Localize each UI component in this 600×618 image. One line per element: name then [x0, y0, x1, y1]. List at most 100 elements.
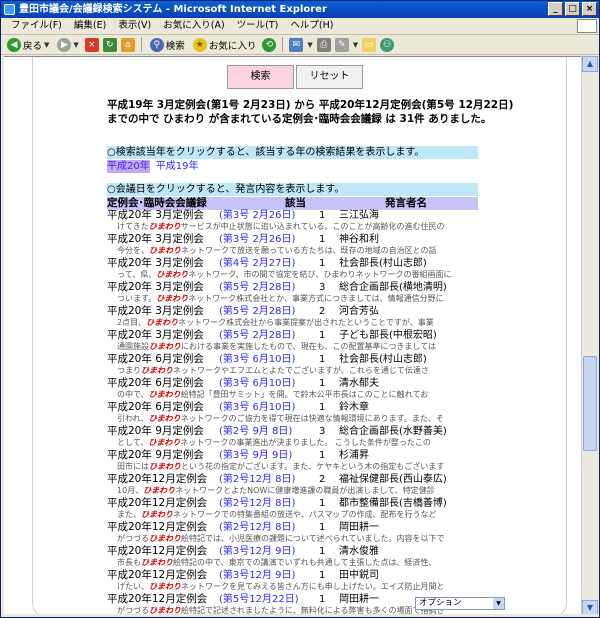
excerpt-snippet: 市長もひまわり絵特記の中で、東京での講演でいずれも共通して主張した点は、経済性、: [117, 557, 487, 568]
home-icon[interactable]: ⌂: [120, 37, 135, 52]
excerpt-pre: 田市には: [117, 462, 149, 471]
excerpt-post: ネットワーク、市の間で協定を結び、ひまわりネットワークの番組画面に: [188, 270, 452, 279]
excerpt-pre: って、県、: [117, 270, 157, 279]
menu-file[interactable]: ファイル(F): [5, 18, 68, 34]
search-submit-button[interactable]: 検索: [227, 65, 294, 89]
folder-icon[interactable]: ▭: [362, 37, 377, 52]
title-bar: 豊田市議会/会議録検索システム - Microsoft Internet Exp…: [1, 1, 599, 18]
menu-edit[interactable]: 編集(E): [68, 18, 112, 34]
keyword-highlight: ひまわり: [149, 582, 181, 591]
favorites-button[interactable]: ★ お気に入り: [191, 36, 259, 54]
chevron-down-icon[interactable]: ▼: [493, 598, 504, 609]
option-select[interactable]: オプション ▼: [415, 597, 505, 610]
chevron-down-icon[interactable]: ▼: [307, 41, 312, 49]
reset-button[interactable]: リセット: [296, 65, 363, 89]
table-row: 平成20年 3月定例会 (第5号 2月28日) 2 河合芳弘 2点目、ひまわりネットワー…: [107, 305, 497, 329]
scroll-up-icon[interactable]: ▲: [582, 56, 598, 72]
year-instruction: ○検索該当年をクリックすると、該当する年の検索結果を表示します。: [107, 146, 478, 159]
menu-bar: ファイル(F) 編集(E) 表示(V) お気に入り(A) ツール(T) ヘルプ(…: [1, 18, 599, 35]
table-row: 平成20年12月定例会 (第2号12月 8日) 1 都市整備部長(吉橋善博) また、ひま…: [107, 497, 497, 521]
mail-icon[interactable]: ✉: [289, 37, 304, 52]
forward-button[interactable]: ▶ ▼: [55, 36, 80, 54]
toolbar-separator: [140, 37, 142, 52]
search-button[interactable]: ⚲ 検索: [148, 36, 187, 54]
excerpt-snippet: 通園施設ひまわりにおける事業を実施したもので、現在も、この配置基準につきましては: [117, 341, 487, 352]
print-icon[interactable]: ⎙: [316, 37, 331, 52]
excerpt-snippet: 今分を、ひまわりネットワークで放送を願っている方たちは、既存の地域の自治区との話: [117, 245, 487, 256]
menu-help[interactable]: ヘルプ(H): [284, 18, 339, 34]
excerpt-pre: 10月、: [117, 486, 144, 495]
excerpt-pre: の中で、: [117, 390, 149, 399]
year-link-h19[interactable]: 平成19年: [156, 160, 199, 173]
results-table: 平成20年 3月定例会 (第3号 2月26日) 1 三江弘海 けてきたひまわりサービスが…: [107, 209, 497, 616]
menu-view[interactable]: 表示(V): [112, 18, 157, 34]
ie-icon: [4, 4, 15, 15]
excerpt-pre: として、: [117, 438, 149, 447]
keyword-highlight: ひまわり: [148, 222, 181, 231]
keyword-highlight: ひまわり: [149, 246, 181, 255]
forward-arrow-icon: ▶: [57, 37, 72, 52]
keyword-highlight: ひまわり: [141, 510, 173, 519]
menu-tools[interactable]: ツール(T): [231, 18, 285, 34]
browser-window: 豊田市議会/会議録検索システム - Microsoft Internet Exp…: [0, 0, 600, 618]
table-row: 平成20年12月定例会 (第2号12月 8日) 2 福祉保健部長(西山泰広) 10月、ひ…: [107, 473, 497, 497]
keyword-highlight: ひまわり: [149, 462, 181, 471]
back-button[interactable]: ◀ 戻る ▼: [5, 36, 51, 54]
excerpt-post: ネットワークでの特集番組の放送や、パスマップの作成、配布を行うなど: [173, 510, 437, 519]
vertical-scrollbar[interactable]: ▲ ▼: [581, 56, 598, 616]
close-button[interactable]: ×: [582, 2, 597, 16]
excerpt-post: 絵特記では、小児医療の課題について述べられていました。内容を以下で: [181, 534, 445, 543]
excerpt-snippet: ついます。ひまわりネットワーク株式会社とか、事業方式につきましては、情報通信分野…: [117, 293, 487, 304]
excerpt-pre: けてきた: [117, 222, 149, 231]
keyword-highlight: ひまわり: [156, 294, 189, 303]
keyword-highlight: ひまわり: [148, 414, 181, 423]
excerpt-pre: がつづる: [117, 534, 149, 543]
keyword-highlight: ひまわり: [148, 438, 181, 447]
status-bar: [1, 614, 599, 617]
star-icon: ★: [192, 37, 207, 52]
windows-logo-icon: [577, 19, 597, 33]
excerpt-snippet: つまりひまわりネットワークやエフエムとよたでございますが、これらを通じて伝達さ: [117, 365, 487, 376]
window-title: 豊田市議会/会議録検索システム - Microsoft Internet Exp…: [19, 4, 327, 15]
excerpt-post: における事業を実施したもので、現在も、この配置基準につきましては: [181, 342, 437, 351]
excerpt-snippet: 10月、ひまわりネットワークとよたNOWに健康増進課の職員が出演しまして、特定健…: [117, 485, 487, 496]
excerpt-snippet: 田市にはひまわりという花の指定がございます。また、ケヤキという木の指定もございま…: [117, 461, 487, 472]
history-icon[interactable]: ⟲: [262, 37, 277, 52]
minimize-button[interactable]: _: [548, 2, 563, 16]
table-row: 平成20年 6月定例会 (第3号 6月10日) 1 鈴木章 引われ、ひまわりネットワーク…: [107, 401, 497, 425]
keyword-highlight: ひまわり: [148, 390, 181, 399]
excerpt-post: ネットワークとよたNOWに健康増進課の職員が出演しまして、特定健診: [175, 486, 435, 495]
table-row: 平成20年 3月定例会 (第3号 2月26日) 1 三江弘海 けてきたひまわりサービスが…: [107, 209, 497, 233]
messenger-icon[interactable]: ⚇: [380, 37, 395, 52]
excerpt-post: ネットワーク株式会社から事業提案が出されたということですが、事業: [178, 318, 434, 327]
table-row: 平成20年 3月定例会 (第5号 2月28日) 1 子ども部長(中根宏昭) 通園施設ひま…: [107, 329, 497, 353]
scroll-thumb[interactable]: [583, 356, 597, 451]
chevron-down-icon[interactable]: ▼: [353, 41, 358, 49]
excerpt-snippet: として、ひまわりネットワークの事業進出が決まりました。 こうした条件が整ったこの: [117, 437, 487, 448]
excerpt-post: 絵特記「豊田サミット」を開。で鈴木公平市長はこのことに触れてお: [180, 390, 429, 399]
search-controls: 検索 リセット: [227, 65, 363, 89]
excerpt-snippet: がつづるひまわり絵特記では、小児医療の課題について述べられていました。内容を以下…: [117, 533, 487, 544]
search-icon: ⚲: [149, 37, 164, 52]
excerpt-post: サービスが中止状態に追い込まれている。このことが高齢化の進む住民の: [180, 222, 445, 231]
chevron-down-icon[interactable]: ▼: [44, 41, 49, 49]
table-row: 平成20年 3月定例会 (第5号 2月28日) 3 総合企画部長(横地清明) ついます。…: [107, 281, 497, 305]
edit-icon[interactable]: ✎: [334, 37, 349, 52]
excerpt-pre: 通園施設: [117, 342, 149, 351]
menu-favorites[interactable]: お気に入り(A): [157, 18, 230, 34]
excerpt-pre: 引われ、: [117, 414, 149, 423]
refresh-icon[interactable]: ↻: [102, 37, 117, 52]
table-row: 平成20年 9月定例会 (第2号 9月 8日) 3 総合企画部長(水野善美) として、ひ…: [107, 425, 497, 449]
excerpt-pre: つまり: [117, 366, 141, 375]
excerpt-post: 絵特記の中で、東京での講演でいずれも共通して主張した点は、経済性、: [173, 558, 437, 567]
keyword-highlight: ひまわり: [141, 558, 173, 567]
stop-icon[interactable]: ×: [84, 37, 99, 52]
excerpt-post: ネットワークやエフエムとよたでございますが、これらを通じて伝達さ: [173, 366, 429, 375]
maximize-button[interactable]: □: [565, 2, 580, 16]
excerpt-pre: 市長も: [117, 558, 141, 567]
year-link-h20[interactable]: 平成20年: [107, 160, 150, 173]
chevron-down-icon[interactable]: ▼: [73, 41, 78, 49]
table-row: 平成20年 6月定例会 (第3号 6月10日) 1 清水郁夫 の中で、ひまわり絵特記「豊…: [107, 377, 497, 401]
excerpt-pre: また、: [117, 510, 141, 519]
excerpt-snippet: 2点目、ひまわりネットワーク株式会社から事業提案が出されたということですが、事業: [117, 317, 487, 328]
